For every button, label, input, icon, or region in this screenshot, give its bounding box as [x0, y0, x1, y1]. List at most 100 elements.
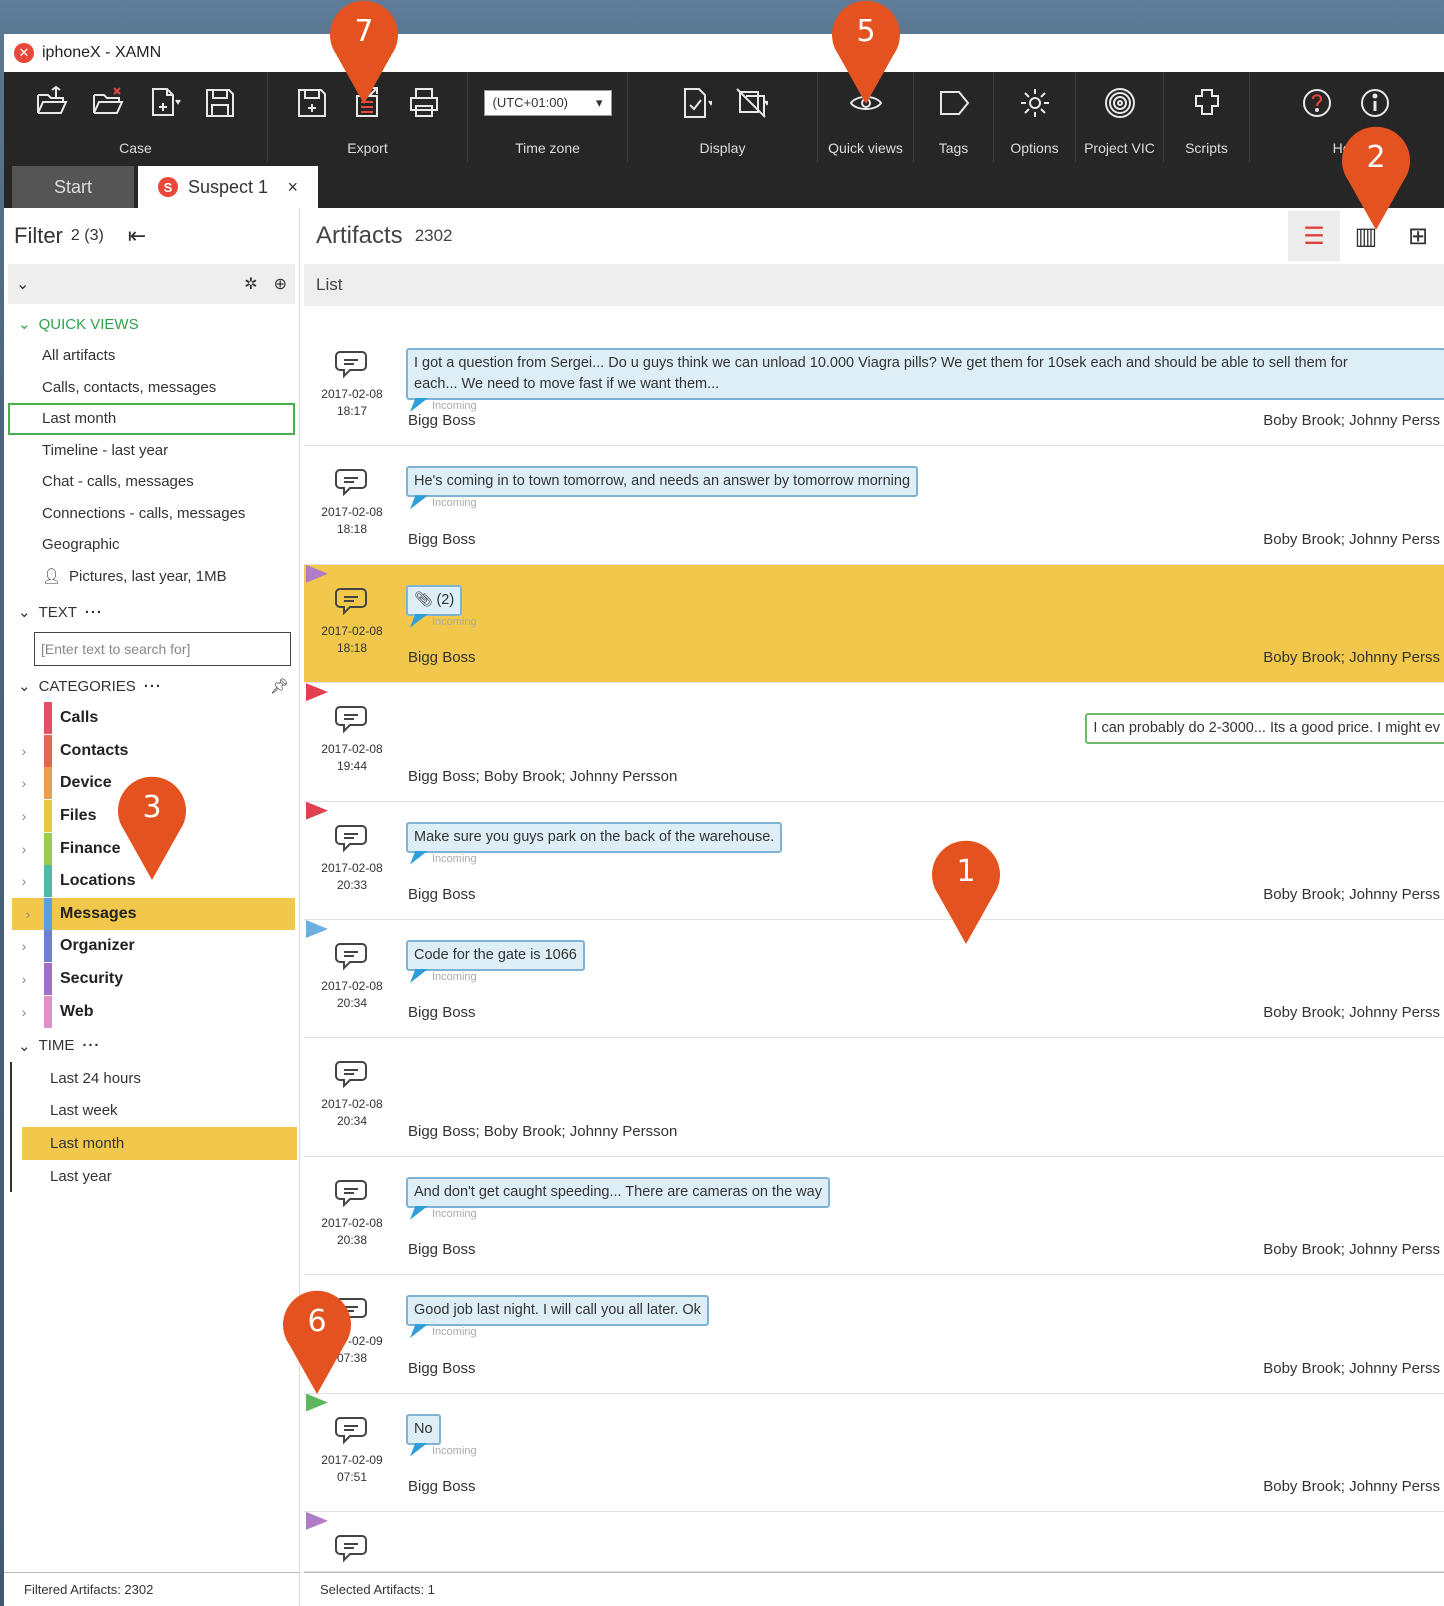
message-recipients: Boby Brook; Johnny Perss — [1263, 530, 1440, 548]
chevron-right-icon[interactable]: › — [4, 775, 44, 791]
chevron-right-icon[interactable]: › — [12, 906, 44, 922]
info-icon[interactable] — [1358, 86, 1392, 120]
timezone-group-label: Time zone — [515, 140, 580, 156]
category-item-messages[interactable]: › Messages — [12, 897, 295, 931]
quick-views-section[interactable]: ⌄ QUICK VIEWS — [4, 308, 299, 340]
incoming-label: Incoming — [432, 400, 477, 412]
quick-view-item-selected[interactable]: Last month — [8, 403, 295, 435]
artifact-timestamp: 2017-02-08 20:34 — [312, 1096, 392, 1130]
artifact-row[interactable]: 2017-02-09 07:38 Good job last night. I wi… — [304, 1275, 1444, 1394]
quick-view-item[interactable]: Calls, contacts, messages — [4, 372, 299, 404]
chevron-right-icon[interactable]: › — [4, 938, 44, 954]
help-icon[interactable] — [1302, 86, 1336, 120]
close-case-icon[interactable] — [91, 86, 125, 120]
text-section[interactable]: ⌄ TEXT ··· — [4, 596, 299, 628]
artifact-row[interactable]: 2017-02-08 18:17 I got a question from Ser… — [304, 328, 1444, 447]
message-recipients: Boby Brook; Johnny Perss — [1263, 885, 1440, 903]
quick-view-item[interactable]: 👤︎ Pictures, last year, 1MB — [4, 561, 299, 593]
artifact-row[interactable]: 2017-02-09 07:51 No Incoming Bigg Boss Boby B… — [304, 1393, 1444, 1512]
quick-views-heading: QUICK VIEWS — [38, 315, 139, 333]
filter-panel: Filter 2 (3) ⇤ ⌄ ✲ ⊕ ⌄ QUICK VIEWS All a… — [4, 208, 300, 1606]
options-group: Options — [994, 72, 1076, 162]
puzzle-icon[interactable] — [1190, 86, 1224, 120]
scripts-label: Scripts — [1185, 140, 1228, 156]
document-check-icon[interactable] — [678, 86, 712, 120]
category-label: Calls — [60, 709, 99, 727]
artifact-row[interactable]: 2017-02-08 18:18 📎︎ (2) Incoming Bigg Boss Bo… — [304, 564, 1444, 684]
category-item-web[interactable]: › Web — [4, 995, 299, 1028]
category-color-bar — [44, 930, 52, 963]
list-header: List — [304, 264, 1444, 306]
chevron-right-icon[interactable]: › — [4, 841, 44, 857]
more-icon[interactable]: ··· — [85, 604, 103, 621]
chevron-right-icon[interactable]: › — [4, 743, 44, 759]
message-bubble: He's coming in to town tomorrow, and nee… — [406, 466, 919, 498]
chat-message-icon — [334, 1532, 368, 1564]
category-item-security[interactable]: › Security — [4, 963, 299, 996]
quick-view-item[interactable]: Timeline - last year — [4, 435, 299, 467]
category-color-bar — [44, 865, 52, 898]
case-group-label: Case — [119, 140, 152, 156]
chevron-down-icon: ⌄ — [18, 1037, 31, 1055]
close-icon[interactable]: × — [287, 177, 298, 198]
artifact-row[interactable]: 2017-02-08 18:18 He's coming in to town to… — [304, 446, 1444, 565]
message-bubble: No — [406, 1413, 441, 1445]
text-search-input[interactable]: [Enter text to search for] — [34, 632, 291, 666]
callout-marker: 7 — [330, 0, 398, 104]
gear-icon[interactable] — [1018, 86, 1052, 120]
settings-icon[interactable]: ✲ — [244, 274, 257, 294]
artifact-row[interactable]: 2017-02-08 20:34 Bigg Boss; Boby Brook; Jo… — [304, 1038, 1444, 1157]
time-item[interactable]: Last year — [12, 1160, 299, 1193]
list-view-icon[interactable]: ☰ — [1288, 211, 1340, 261]
quick-view-item[interactable]: Chat - calls, messages — [4, 466, 299, 498]
time-item-selected[interactable]: Last month — [22, 1127, 297, 1160]
add-filter-icon[interactable]: ⊕ — [274, 274, 287, 294]
more-icon[interactable]: ··· — [82, 1037, 100, 1054]
chevron-right-icon[interactable]: › — [4, 873, 44, 889]
time-section[interactable]: ⌄ TIME ··· — [4, 1030, 299, 1062]
filter-title: Filter — [14, 223, 63, 248]
tab-start[interactable]: Start — [12, 166, 134, 208]
collapse-panel-icon[interactable]: ⇤ — [128, 223, 146, 249]
message-sender: Bigg Boss — [408, 1359, 476, 1377]
tag-flag-icon — [306, 564, 328, 583]
callout-marker: 3 — [118, 776, 186, 880]
fingerprint-icon[interactable] — [1103, 86, 1137, 120]
chevron-right-icon[interactable]: › — [4, 1004, 44, 1020]
pin-icon[interactable]: 📌︎ — [270, 677, 289, 695]
artifact-row[interactable]: 2017-02-08 20:34 Code for the gate is 1066… — [304, 919, 1444, 1039]
quick-view-item[interactable]: Connections - calls, messages — [4, 498, 299, 530]
message-text: He's coming in to town tomorrow, and nee… — [414, 473, 911, 490]
chevron-right-icon[interactable]: › — [4, 971, 44, 987]
app-window: ✕ iphoneX - XAMN Case Export (UTC+01:00)… — [4, 34, 1444, 1606]
message-sender: Bigg Boss — [408, 1004, 476, 1022]
artifact-row[interactable]: 2017-02-08 20:33 Make sure you guys park o… — [304, 801, 1444, 920]
incoming-label: Incoming — [432, 1326, 477, 1339]
attachment-bubble: 📎︎ (2) — [406, 584, 463, 616]
save-export-icon[interactable] — [295, 86, 329, 120]
artifact-row[interactable]: 2017-02-08 19:44 I can probably do 2-3000.… — [304, 683, 1444, 802]
category-item-contacts[interactable]: › Contacts — [4, 734, 299, 768]
quick-view-item[interactable]: Geographic — [4, 529, 299, 561]
tab-suspect-1[interactable]: S Suspect 1 × — [138, 166, 318, 208]
chevron-right-icon[interactable]: › — [4, 808, 44, 824]
time-item[interactable]: Last 24 hours — [12, 1062, 299, 1095]
message-text: No — [414, 1420, 433, 1437]
artifact-row[interactable]: 2017-02-08 20:38 And don't get caught spee… — [304, 1156, 1444, 1276]
more-icon[interactable]: ··· — [144, 678, 162, 695]
quick-view-item[interactable]: All artifacts — [4, 340, 299, 372]
chevron-down-icon[interactable]: ⌄ — [16, 274, 29, 294]
display-settings-icon[interactable] — [734, 86, 768, 120]
time-item[interactable]: Last week — [12, 1095, 299, 1128]
save-icon[interactable] — [203, 86, 237, 120]
timezone-select[interactable]: (UTC+01:00) ▾ — [483, 90, 612, 116]
artifact-row-partial[interactable] — [304, 1511, 1444, 1572]
tag-icon[interactable] — [937, 86, 971, 120]
print-icon[interactable] — [407, 86, 441, 120]
category-item-organizer[interactable]: › Organizer — [4, 930, 299, 963]
categories-section[interactable]: ⌄ CATEGORIES ··· 📌︎ — [4, 670, 299, 702]
category-label: Organizer — [60, 937, 135, 955]
open-case-icon[interactable] — [35, 86, 69, 120]
new-case-icon[interactable] — [147, 86, 181, 120]
category-item-calls[interactable]: Calls — [4, 702, 299, 735]
